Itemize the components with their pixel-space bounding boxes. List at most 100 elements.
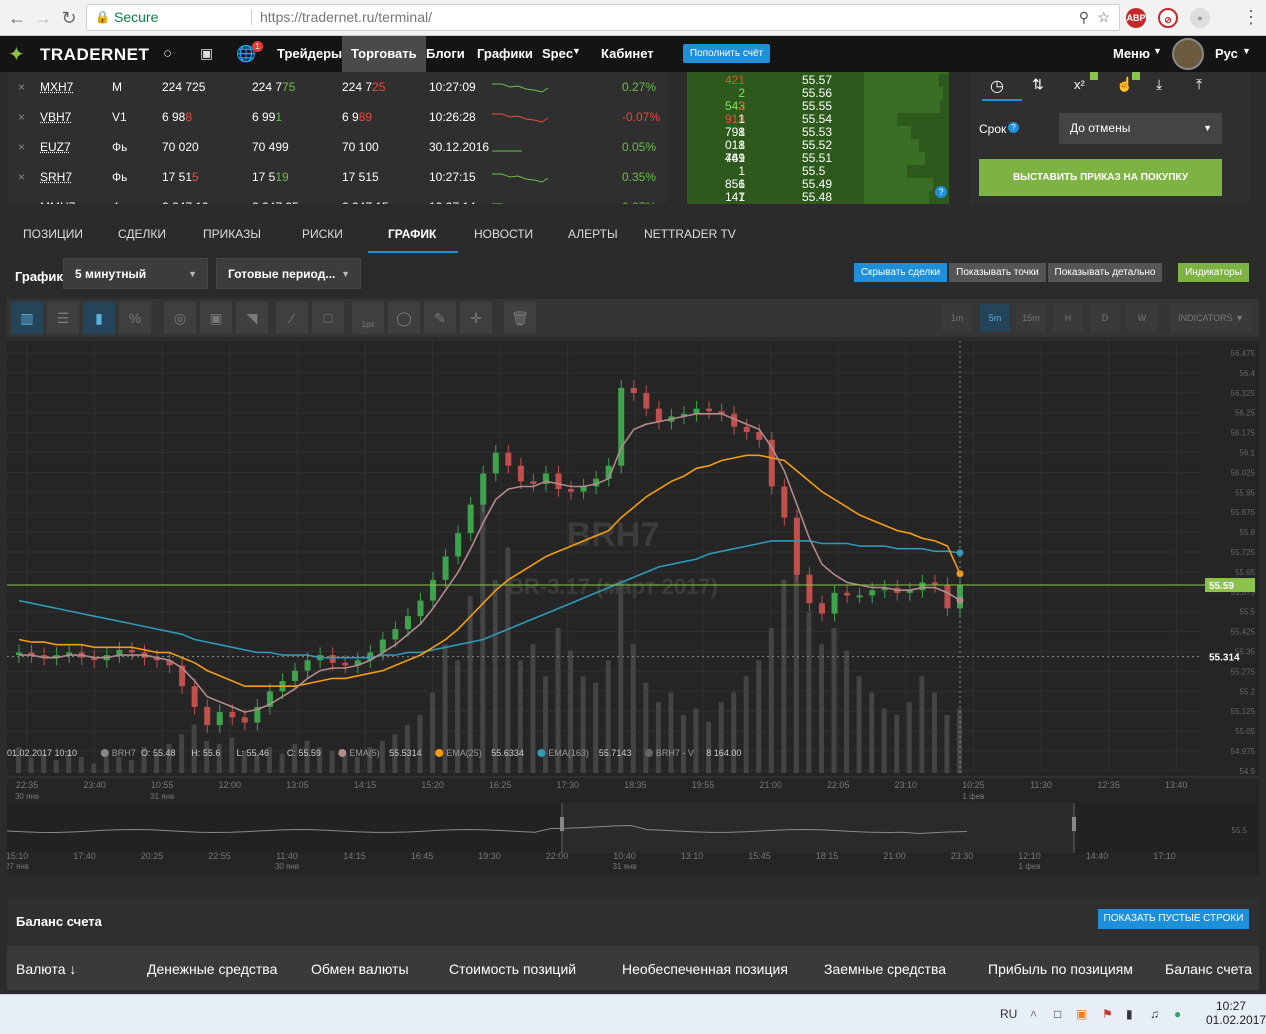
help-icon[interactable]: ? — [935, 186, 947, 198]
chart-svg[interactable]: 56.475 56.4 56.325 56.25 56.175 56.1 56.025 55.… — [5, 341, 1259, 876]
tab-risks[interactable]: РИСКИ — [302, 227, 343, 241]
col-unsecured[interactable]: Необеспеченная позиция — [622, 961, 788, 977]
tab-orders[interactable]: ПРИКАЗЫ — [203, 227, 261, 241]
indicators-dropdown[interactable]: INDICATORS ▼ — [1170, 304, 1252, 332]
network-icon[interactable]: □ — [1054, 1007, 1061, 1021]
buy-order-button[interactable]: ВЫСТАВИТЬ ПРИКАЗ НА ПОКУПКУ — [979, 159, 1222, 196]
timeframe-w[interactable]: W — [1127, 304, 1157, 332]
line-tool-icon[interactable]: ∕ — [276, 302, 308, 334]
menu-trade[interactable]: Торговать — [342, 36, 426, 72]
timeframe-d[interactable]: D — [1090, 304, 1120, 332]
rectangle-tool-icon[interactable]: □ — [312, 302, 344, 334]
remove-icon[interactable]: × — [18, 200, 25, 204]
download-icon[interactable]: ⤓ — [1156, 76, 1162, 93]
language-select[interactable]: Рус — [1215, 36, 1238, 72]
col-cash[interactable]: Денежные средства — [147, 961, 277, 977]
quote-row[interactable]: × MXH7 M 224 725 224 775 224 725 10:27:09 0.27% — [7, 72, 667, 102]
orderbook-row[interactable]: 1 250 55.48 — [687, 191, 949, 204]
indicators-button[interactable]: Индикаторы — [1178, 263, 1249, 282]
multiplier-icon[interactable]: x² — [1074, 77, 1085, 92]
quote-row[interactable]: × MMH7 Фь 2 247.19 2 247.25 2 247.15 10:27:14 0… — [7, 192, 667, 204]
timeframe-5m[interactable]: 5m — [980, 304, 1010, 332]
col-pnl[interactable]: Прибыль по позициям — [988, 961, 1133, 977]
clock-icon[interactable]: ◷ — [990, 76, 1004, 96]
col-balance[interactable]: Баланс счета — [1165, 961, 1252, 977]
tab-positions[interactable]: ПОЗИЦИИ — [23, 227, 83, 241]
tab-news[interactable]: НОВОСТИ — [474, 227, 533, 241]
quote-row[interactable]: × VBH7 V1 6 988 6 991 6 989 10:26:28 -0.07% — [7, 102, 667, 132]
help-icon[interactable]: ? — [1008, 122, 1019, 133]
term-select[interactable]: До отмены ▼ — [1059, 113, 1222, 144]
quote-row[interactable]: × SRH7 Фь 17 515 17 519 17 515 10:27:15 0.35% — [7, 162, 667, 192]
chat-icon[interactable]: ○ — [163, 45, 172, 62]
percent-icon[interactable]: % — [119, 302, 151, 334]
col-positions-value[interactable]: Стоимость позиций — [449, 961, 576, 977]
tab-chart[interactable]: ГРАФИК — [388, 227, 436, 241]
tab-alerts[interactable]: АЛЕРТЫ — [568, 227, 618, 241]
extension-icon[interactable]: ● — [1190, 8, 1210, 28]
remove-icon[interactable]: × — [18, 80, 25, 94]
menu-charts[interactable]: Графики — [477, 36, 533, 72]
hand-icon[interactable]: ☝ — [1116, 76, 1133, 93]
show-detailed-button[interactable]: Показывать детально — [1048, 263, 1162, 282]
y-tick-label: 55.125 — [1231, 707, 1256, 716]
clock[interactable]: 10:27 01.02.2017 — [1206, 999, 1266, 1027]
remove-icon[interactable]: × — [18, 140, 25, 154]
tab-trades[interactable]: СДЕЛКИ — [118, 227, 166, 241]
back-icon[interactable]: ← — [4, 5, 30, 31]
tray-app-icon[interactable]: ▣ — [1076, 1007, 1087, 1021]
keyboard-language[interactable]: RU — [1000, 1007, 1017, 1021]
col-borrowed[interactable]: Заемные средства — [824, 961, 946, 977]
star-icon[interactable]: ☆ — [1097, 5, 1110, 30]
reload-icon[interactable]: ↻ — [56, 5, 82, 31]
menu-cabinet[interactable]: Кабинет — [601, 36, 654, 72]
line-width-select[interactable]: 1px — [352, 302, 384, 334]
tray-chevron-icon[interactable]: ˄ — [1030, 1007, 1037, 1021]
avatar[interactable] — [1172, 38, 1204, 70]
pencil-icon[interactable]: ✎ — [424, 302, 456, 334]
col-currency[interactable]: Валюта ↓ — [16, 961, 76, 977]
menu-blogs[interactable]: Блоги — [426, 36, 465, 72]
adblock-icon[interactable]: ABP — [1126, 8, 1146, 28]
swap-icon[interactable]: ⇅ — [1032, 76, 1044, 93]
battery-icon[interactable]: ▮ — [1126, 1007, 1133, 1021]
remove-icon[interactable]: × — [18, 110, 25, 124]
zoom-icon[interactable]: ⚲ — [1079, 5, 1089, 30]
menu-traders[interactable]: Трейдеры — [277, 36, 342, 72]
preset-period-select[interactable]: Готовые период... ▼ — [216, 258, 361, 289]
candle-body — [455, 533, 462, 557]
show-points-button[interactable]: Показывать точки — [949, 263, 1046, 282]
upload-icon[interactable]: ⤒ — [1196, 76, 1202, 93]
timeframe-15m[interactable]: 15m — [1016, 304, 1046, 332]
quote-row[interactable]: × EUZ7 Фь 70 020 70 499 70 100 30.12.2016 0.05% — [7, 132, 667, 162]
flag-icon[interactable]: ⚑ — [1102, 1007, 1113, 1021]
trash-icon[interactable]: 🗑 — [504, 302, 536, 334]
menu-spec[interactable]: Spec — [542, 36, 573, 72]
block-icon[interactable]: ⊘ — [1158, 8, 1178, 28]
volume-icon[interactable]: ▮ — [83, 302, 115, 334]
crosshair-icon[interactable]: ✛ — [460, 302, 492, 334]
remove-icon[interactable]: × — [18, 170, 25, 184]
topup-button[interactable]: Пополнить счёт — [683, 44, 770, 63]
forward-icon[interactable]: → — [30, 5, 56, 31]
candles-icon[interactable]: ▥ — [11, 302, 43, 334]
show-empty-rows-button[interactable]: ПОКАЗАТЬ ПУСТЫЕ СТРОКИ — [1098, 909, 1249, 929]
address-bar[interactable]: 🔒 Secure https://tradernet.ru/terminal/ … — [86, 4, 1120, 31]
image-icon[interactable]: ▣ — [200, 302, 232, 334]
fill-icon[interactable]: ◯ — [388, 302, 420, 334]
tray-status-icon[interactable]: ● — [1174, 1007, 1181, 1021]
col-fx[interactable]: Обмен валюты — [311, 961, 409, 977]
browser-menu-icon[interactable]: ⋮ — [1238, 4, 1264, 30]
timeframe-h[interactable]: H — [1053, 304, 1083, 332]
bars-icon[interactable]: ☰ — [47, 302, 79, 334]
hide-trades-button[interactable]: Скрывать сделки — [854, 263, 947, 282]
palette-icon[interactable]: ◎ — [164, 302, 196, 334]
monitor-icon[interactable]: ▣ — [200, 45, 213, 62]
volume-icon[interactable]: ♫ — [1150, 1007, 1159, 1021]
timeframe-1m[interactable]: 1m — [942, 304, 972, 332]
tab-nettrader-tv[interactable]: NETTRADER TV — [644, 227, 736, 241]
price-chart[interactable]: 56.475 56.4 56.325 56.25 56.175 56.1 56.025 55.… — [5, 341, 1259, 876]
menu-main[interactable]: Меню — [1113, 36, 1150, 72]
select-area-icon[interactable]: ◥ — [236, 302, 268, 334]
interval-select[interactable]: 5 минутный ▼ — [63, 258, 208, 289]
